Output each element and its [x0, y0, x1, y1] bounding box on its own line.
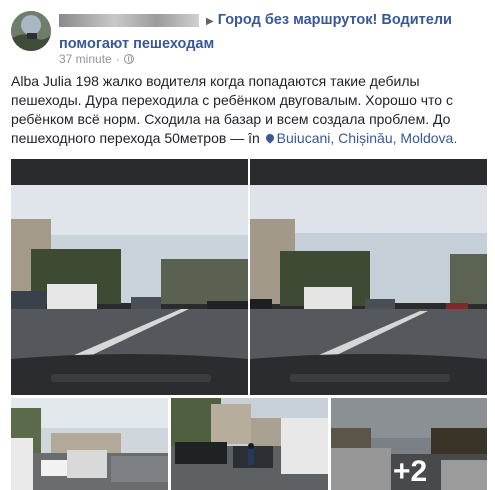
post-photo-1[interactable]	[11, 159, 248, 395]
post-photo-4[interactable]	[171, 398, 328, 490]
location-link-buiucani[interactable]: Buiucani	[277, 130, 331, 146]
timestamp[interactable]: 37 minute	[59, 52, 112, 66]
location-link-moldova[interactable]: Moldova	[400, 130, 453, 146]
author-name-redacted[interactable]	[59, 13, 199, 27]
triangle-right-icon: ▶	[206, 16, 214, 27]
location-prefix: — în	[226, 130, 264, 146]
location-pin-icon	[264, 132, 276, 144]
globe-icon	[123, 54, 134, 64]
location-link-chisinau[interactable]: Chișinău	[338, 130, 392, 146]
dot-separator: ·	[115, 52, 120, 66]
post-photo-3[interactable]	[11, 398, 168, 490]
post-photo-5[interactable]: +2	[331, 398, 487, 490]
more-photos-count[interactable]: +2	[393, 455, 427, 489]
post-photo-2[interactable]	[250, 159, 487, 395]
group-avatar[interactable]	[11, 11, 51, 51]
post-body: Alba Julia 198 жалко водителя когда попа…	[11, 73, 458, 146]
post-meta: 37 minute ·	[59, 52, 134, 66]
post-header: ▶ Город без маршруток! Водители помогают …	[59, 9, 479, 55]
